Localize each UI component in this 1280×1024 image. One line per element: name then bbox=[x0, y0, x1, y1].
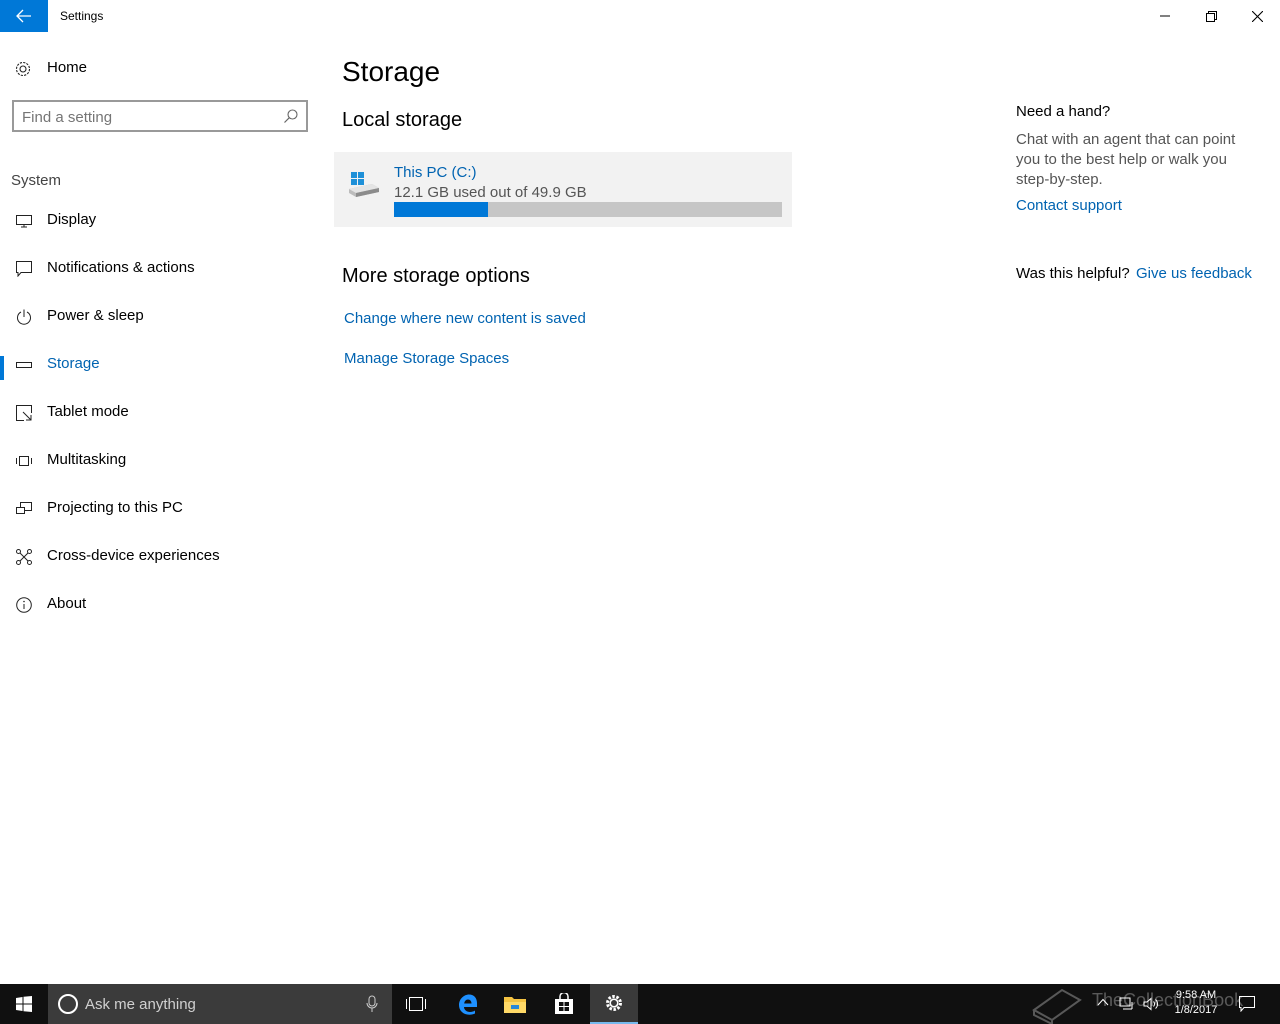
home-label: Home bbox=[47, 59, 88, 76]
search-icon[interactable] bbox=[284, 109, 298, 123]
power-icon bbox=[15, 308, 33, 326]
help-body: Chat with an agent that can point you to… bbox=[1016, 131, 1236, 188]
minimize-button[interactable] bbox=[1142, 0, 1188, 32]
task-view-button[interactable] bbox=[392, 984, 440, 1024]
info-icon bbox=[15, 596, 33, 614]
clock[interactable]: 9:58 AM 1/8/2017 bbox=[1166, 988, 1226, 1018]
book-logo-icon bbox=[1032, 988, 1082, 1024]
sidebar-item-display[interactable]: Display bbox=[0, 200, 320, 248]
cortana-search-placeholder: Ask me anything bbox=[85, 996, 196, 1013]
window-title: Settings bbox=[60, 9, 104, 23]
clock-time: 9:58 AM bbox=[1175, 989, 1217, 1001]
home-nav-item[interactable]: Home bbox=[0, 52, 320, 84]
sidebar-item-label: Cross-device experiences bbox=[47, 547, 220, 564]
windows-drive-icon bbox=[349, 172, 379, 197]
manage-storage-spaces-link[interactable]: Manage Storage Spaces bbox=[344, 350, 509, 367]
give-feedback-link[interactable]: Give us feedback bbox=[1136, 265, 1252, 282]
system-nav-list: Display Notifications & actions Power & … bbox=[0, 200, 320, 632]
restore-button[interactable] bbox=[1188, 0, 1234, 32]
sidebar-item-power-sleep[interactable]: Power & sleep bbox=[0, 296, 320, 344]
start-button[interactable] bbox=[0, 984, 48, 1024]
local-storage-heading: Local storage bbox=[342, 109, 463, 131]
display-icon bbox=[15, 212, 33, 230]
drive-tile-c[interactable]: This PC (C:) 12.1 GB used out of 49.9 GB bbox=[334, 152, 792, 227]
sidebar-item-label: Display bbox=[47, 211, 97, 228]
drive-usage-bar-fill bbox=[394, 202, 489, 217]
page-title: Storage bbox=[342, 56, 441, 87]
folder-icon bbox=[504, 997, 526, 1013]
store-bag-icon bbox=[555, 993, 573, 1014]
contact-support-link[interactable]: Contact support bbox=[1016, 197, 1122, 214]
notifications-icon bbox=[15, 260, 33, 278]
minimize-icon bbox=[1160, 15, 1170, 17]
sidebar-item-cross-device[interactable]: Cross-device experiences bbox=[0, 536, 320, 584]
taskbar: Ask me anything TheCollectionBook 9:58 A… bbox=[0, 984, 1280, 1024]
windows-logo-icon bbox=[16, 996, 32, 1012]
task-view-icon bbox=[406, 997, 426, 1011]
action-center-icon[interactable] bbox=[1239, 996, 1255, 1012]
edge-browser-button[interactable] bbox=[443, 984, 491, 1024]
sidebar-item-label: Tablet mode bbox=[47, 403, 129, 420]
back-button[interactable] bbox=[0, 0, 48, 32]
back-arrow-icon bbox=[16, 9, 31, 23]
multitasking-icon bbox=[15, 452, 33, 470]
sidebar-item-label: Multitasking bbox=[47, 451, 127, 468]
close-button[interactable] bbox=[1234, 0, 1280, 32]
volume-icon[interactable] bbox=[1143, 997, 1159, 1011]
section-label-system: System bbox=[11, 172, 62, 189]
sidebar-item-about[interactable]: About bbox=[0, 584, 320, 632]
sidebar-item-projecting[interactable]: Projecting to this PC bbox=[0, 488, 320, 536]
find-setting-search[interactable] bbox=[12, 100, 308, 132]
restore-icon bbox=[1205, 10, 1217, 22]
file-explorer-button[interactable] bbox=[491, 984, 539, 1024]
close-icon bbox=[1251, 10, 1263, 22]
network-icon[interactable] bbox=[1119, 997, 1135, 1011]
sidebar-item-label: About bbox=[47, 595, 87, 612]
tablet-mode-icon bbox=[15, 404, 33, 422]
change-save-location-link[interactable]: Change where new content is saved bbox=[344, 310, 586, 327]
cross-device-icon bbox=[15, 548, 33, 566]
sidebar-item-label: Notifications & actions bbox=[47, 259, 195, 276]
sidebar: Home System Display Notifications & acti… bbox=[0, 32, 320, 984]
store-button[interactable] bbox=[540, 984, 588, 1024]
sidebar-item-multitasking[interactable]: Multitasking bbox=[0, 440, 320, 488]
clock-date: 1/8/2017 bbox=[1174, 1004, 1218, 1016]
sidebar-item-storage[interactable]: Storage bbox=[0, 344, 320, 392]
sidebar-item-notifications[interactable]: Notifications & actions bbox=[0, 248, 320, 296]
gear-icon bbox=[15, 61, 31, 77]
helpful-question: Was this helpful? bbox=[1016, 265, 1130, 282]
drive-usage-text: 12.1 GB used out of 49.9 GB bbox=[394, 184, 587, 201]
cortana-search-box[interactable]: Ask me anything bbox=[48, 984, 392, 1024]
storage-icon bbox=[15, 356, 33, 374]
show-hidden-icons-chevron-icon[interactable] bbox=[1097, 998, 1109, 1006]
sidebar-item-tablet-mode[interactable]: Tablet mode bbox=[0, 392, 320, 440]
sidebar-item-label: Projecting to this PC bbox=[47, 499, 183, 516]
sidebar-item-label: Power & sleep bbox=[47, 307, 144, 324]
drive-name: This PC (C:) bbox=[394, 164, 477, 181]
help-heading: Need a hand? bbox=[1016, 103, 1111, 120]
microphone-icon[interactable] bbox=[364, 995, 380, 1013]
projecting-icon bbox=[15, 500, 33, 518]
more-storage-options-heading: More storage options bbox=[342, 265, 530, 287]
edge-icon bbox=[459, 994, 477, 1015]
gear-icon bbox=[606, 995, 622, 1011]
title-bar: Settings bbox=[0, 0, 1280, 32]
sidebar-item-label: Storage bbox=[47, 355, 100, 372]
drive-usage-bar bbox=[394, 202, 782, 217]
settings-taskbar-button[interactable] bbox=[590, 984, 638, 1024]
cortana-icon bbox=[58, 994, 78, 1014]
find-setting-input[interactable] bbox=[22, 107, 272, 127]
